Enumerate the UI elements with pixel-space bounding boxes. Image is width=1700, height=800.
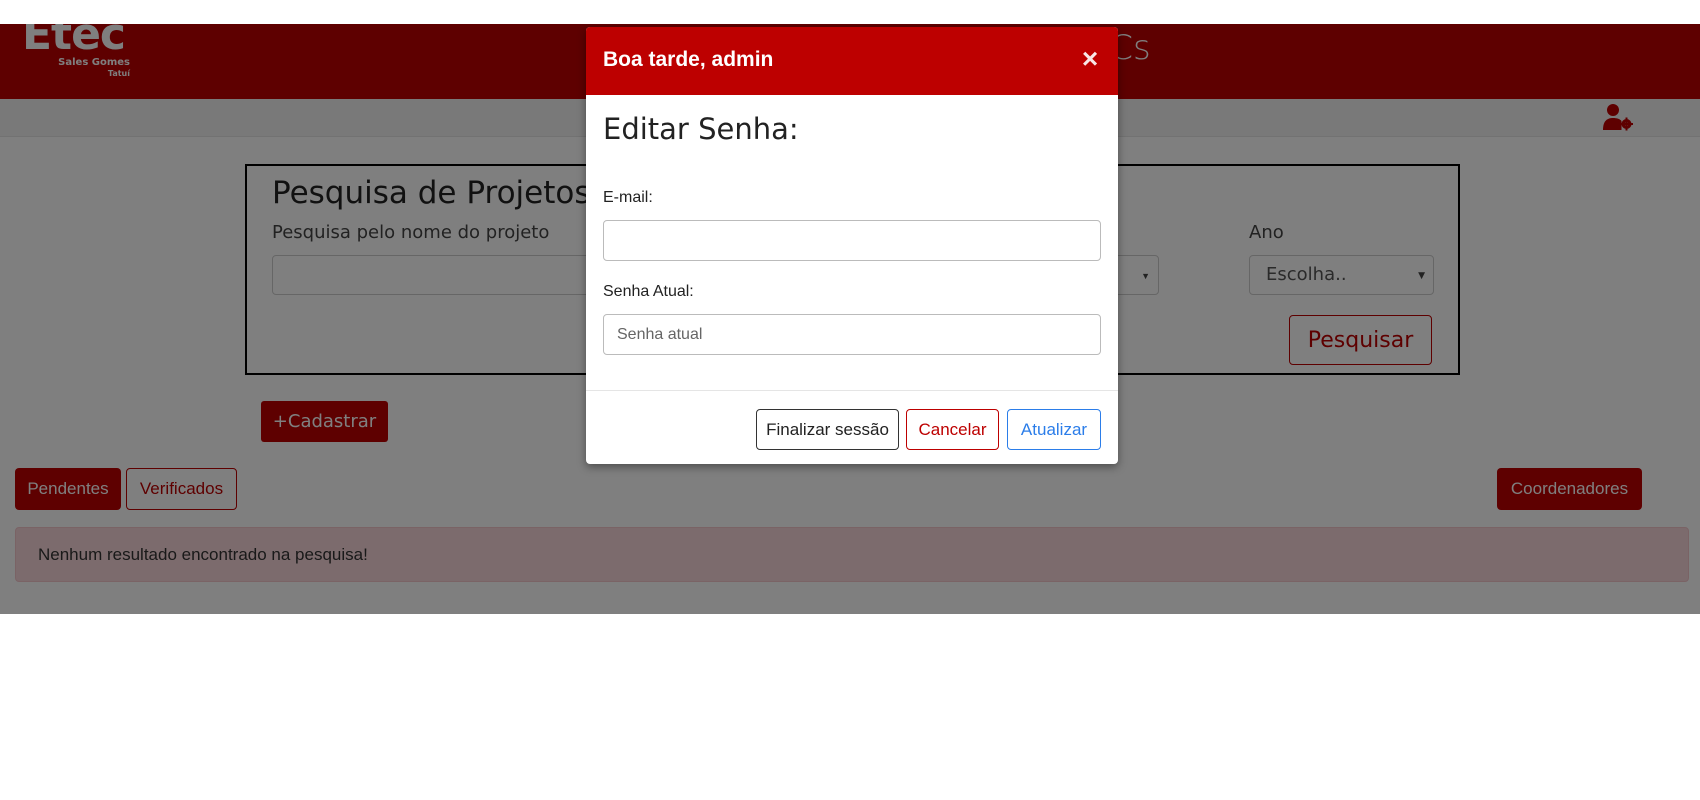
current-password-label: Senha Atual: xyxy=(603,283,694,300)
update-button[interactable]: Atualizar xyxy=(1007,409,1101,450)
close-icon[interactable]: × xyxy=(1078,45,1102,73)
edit-password-modal: Boa tarde, admin × Editar Senha: E-mail:… xyxy=(586,27,1118,464)
cancel-button[interactable]: Cancelar xyxy=(906,409,999,450)
end-session-button[interactable]: Finalizar sessão xyxy=(756,409,899,450)
modal-greeting: Boa tarde, admin xyxy=(603,48,774,71)
modal-header: Boa tarde, admin × xyxy=(586,27,1118,95)
app-root: Etec Sales Gomes Tatuí Cs Pesquisa de Pr… xyxy=(0,24,1700,614)
modal-footer-divider xyxy=(586,390,1118,391)
modal-subtitle: Editar Senha: xyxy=(603,112,799,146)
email-label: E-mail: xyxy=(603,189,653,206)
current-password-field[interactable]: Senha atual xyxy=(603,314,1101,355)
email-field[interactable] xyxy=(603,220,1101,261)
